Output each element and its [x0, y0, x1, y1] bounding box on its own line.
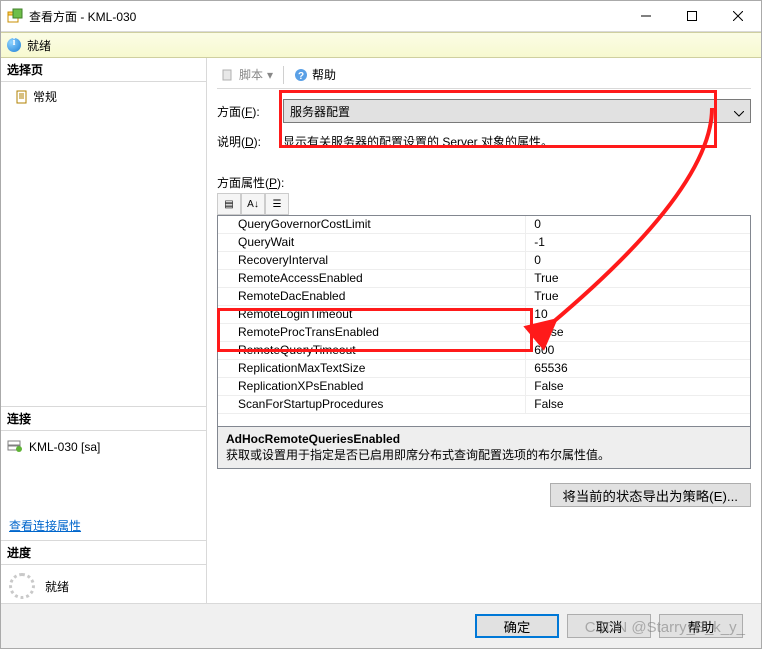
maximize-button[interactable]: [669, 1, 715, 31]
alphabetical-button[interactable]: A↓: [241, 193, 265, 215]
progress-text: 就绪: [45, 578, 69, 595]
property-row[interactable]: RemoteLoginTimeout10: [218, 306, 750, 324]
property-name: QueryWait: [218, 234, 526, 251]
property-name: QueryGovernorCostLimit: [218, 216, 526, 233]
cancel-button[interactable]: 取消: [567, 614, 651, 638]
right-panel: 脚本 ▾ ? 帮助 方面(F): 服务器配置 说明(D): 显示有关服务器的配置…: [207, 58, 761, 607]
categorized-button[interactable]: ▤: [217, 193, 241, 215]
help-toolbar-button[interactable]: ? 帮助: [290, 64, 340, 85]
property-row[interactable]: ScanForStartupProceduresFalse: [218, 396, 750, 414]
dialog-window: 查看方面 - KML-030 就绪 选择页 常规 连接: [0, 0, 762, 649]
facet-combobox[interactable]: 服务器配置: [283, 99, 751, 123]
property-value[interactable]: False: [526, 378, 750, 395]
property-name: ReplicationMaxTextSize: [218, 360, 526, 377]
property-pages-button[interactable]: ☰: [265, 193, 289, 215]
titlebar: 查看方面 - KML-030: [1, 1, 761, 32]
property-row[interactable]: RemoteAccessEnabledTrue: [218, 270, 750, 288]
select-page-header: 选择页: [1, 58, 206, 82]
description-label: 说明(D):: [217, 133, 273, 150]
facet-properties-label: 方面属性(P):: [217, 174, 751, 191]
toolbar: 脚本 ▾ ? 帮助: [217, 64, 751, 89]
help-icon: ?: [294, 68, 308, 82]
status-strip: 就绪: [1, 32, 761, 58]
property-row[interactable]: RemoteProcTransEnabledFalse: [218, 324, 750, 342]
export-policy-button[interactable]: 将当前的状态导出为策略(E)...: [550, 483, 751, 507]
facet-properties-section: 方面属性(P): ▤ A↓ ☰ QueryGovernorCostLimit0Q…: [217, 174, 751, 469]
property-name: ScanForStartupProcedures: [218, 396, 526, 413]
server-row: KML-030 [sa]: [7, 437, 200, 457]
tree-item-general[interactable]: 常规: [1, 86, 206, 107]
property-description-title: AdHocRemoteQueriesEnabled: [226, 432, 742, 446]
dropdown-caret-icon: ▾: [267, 68, 273, 82]
property-value[interactable]: 10: [526, 306, 750, 323]
property-name: RemoteDacEnabled: [218, 288, 526, 305]
info-icon: [7, 38, 21, 52]
property-name: ReplicationXPsEnabled: [218, 378, 526, 395]
window-title: 查看方面 - KML-030: [29, 8, 136, 25]
ok-button[interactable]: 确定: [475, 614, 559, 638]
property-name: RecoveryInterval: [218, 252, 526, 269]
connection-section: 连接 KML-030 [sa] 查看连接属性: [1, 406, 206, 540]
script-icon: [221, 68, 235, 82]
dialog-body: 选择页 常规 连接 KML-030 [sa] 查看连接属性: [1, 58, 761, 607]
progress-header: 进度: [1, 541, 206, 565]
property-name: RemoteLoginTimeout: [218, 306, 526, 323]
script-button[interactable]: 脚本 ▾: [217, 64, 277, 85]
property-value[interactable]: 65536: [526, 360, 750, 377]
facet-value: 服务器配置: [290, 103, 350, 120]
property-description-body: 获取或设置用于指定是否已启用即席分布式查询配置选项的布尔属性值。: [226, 446, 742, 463]
property-value[interactable]: True: [526, 288, 750, 305]
description-text: 显示有关服务器的配置设置的 Server 对象的属性。: [283, 133, 751, 150]
property-row[interactable]: ReplicationXPsEnabledFalse: [218, 378, 750, 396]
page-icon: [15, 90, 29, 104]
status-text: 就绪: [27, 37, 51, 54]
property-row[interactable]: RecoveryInterval0: [218, 252, 750, 270]
connection-header: 连接: [1, 407, 206, 431]
property-value[interactable]: True: [526, 270, 750, 287]
page-tree[interactable]: 常规: [1, 82, 206, 111]
property-row[interactable]: QueryWait-1: [218, 234, 750, 252]
property-description-box: AdHocRemoteQueriesEnabled 获取或设置用于指定是否已启用…: [217, 427, 751, 469]
server-name: KML-030 [sa]: [29, 440, 100, 454]
svg-text:?: ?: [298, 71, 304, 82]
left-panel: 选择页 常规 连接 KML-030 [sa] 查看连接属性: [1, 58, 207, 607]
property-row[interactable]: RemoteDacEnabledTrue: [218, 288, 750, 306]
close-button[interactable]: [715, 1, 761, 31]
property-value[interactable]: 0: [526, 252, 750, 269]
property-value[interactable]: False: [526, 396, 750, 413]
property-name: RemoteQueryTimeout: [218, 342, 526, 359]
propertygrid-toolbar: ▤ A↓ ☰: [217, 193, 751, 215]
progress-spinner-icon: [9, 573, 35, 599]
help-label: 帮助: [312, 66, 336, 83]
app-icon: [7, 8, 23, 24]
description-row: 说明(D): 显示有关服务器的配置设置的 Server 对象的属性。: [217, 133, 751, 150]
property-name: RemoteAccessEnabled: [218, 270, 526, 287]
facet-row: 方面(F): 服务器配置: [217, 99, 751, 123]
property-value[interactable]: False: [526, 324, 750, 341]
property-value[interactable]: 0: [526, 216, 750, 233]
chevron-down-icon: [734, 106, 744, 120]
help-button[interactable]: 帮助: [659, 614, 743, 638]
property-name: RemoteProcTransEnabled: [218, 324, 526, 341]
script-label: 脚本: [239, 66, 263, 83]
property-row[interactable]: ReplicationMaxTextSize65536: [218, 360, 750, 378]
property-grid[interactable]: QueryGovernorCostLimit0QueryWait-1Recove…: [217, 215, 751, 427]
toolbar-separator: [283, 66, 284, 84]
facet-label: 方面(F):: [217, 103, 273, 120]
progress-section: 进度 就绪: [1, 540, 206, 607]
tree-item-label: 常规: [33, 88, 57, 105]
server-icon: [7, 439, 23, 455]
property-value[interactable]: 600: [526, 342, 750, 359]
property-value[interactable]: -1: [526, 234, 750, 251]
dialog-footer: 确定 取消 帮助: [1, 603, 761, 648]
view-connection-props-link[interactable]: 查看连接属性: [9, 517, 81, 534]
property-row[interactable]: QueryGovernorCostLimit0: [218, 216, 750, 234]
minimize-button[interactable]: [623, 1, 669, 31]
property-row[interactable]: RemoteQueryTimeout600: [218, 342, 750, 360]
